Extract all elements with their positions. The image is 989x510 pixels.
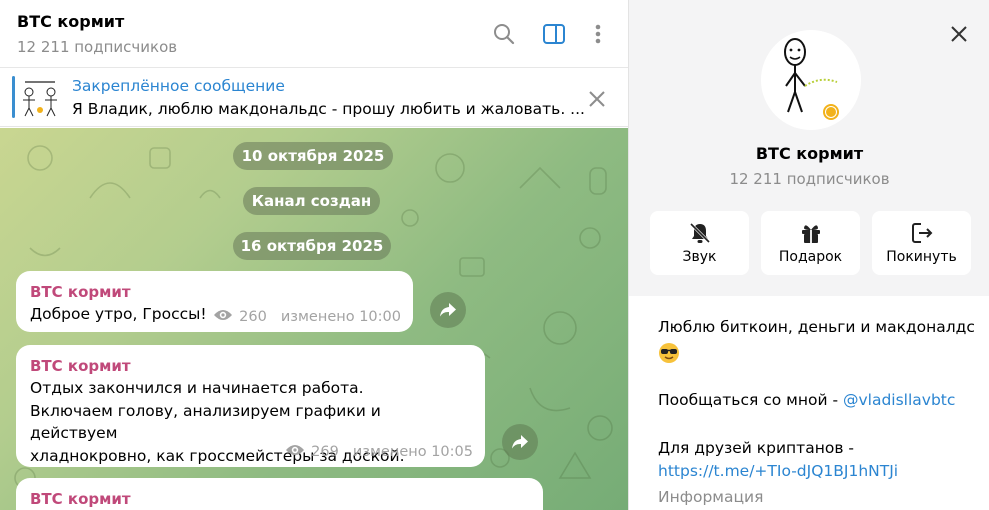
view-count: 269 (311, 444, 339, 460)
share-arrow-icon[interactable] (430, 292, 466, 328)
pinned-title: Закреплённое сообщение (72, 77, 285, 95)
message-line: Отдых закончился и начинается работа. (30, 379, 364, 397)
leave-icon (872, 221, 971, 245)
chat-column: BTC кормит 12 211 подписчиков Закреплённ… (0, 0, 628, 510)
channel-subscribers: 12 211 подписчиков (729, 170, 890, 188)
close-icon[interactable] (586, 88, 608, 110)
more-vertical-icon[interactable] (586, 22, 610, 46)
message-author[interactable]: BTC кормит (30, 490, 529, 508)
message-meta: 260 изменено 10:00 (213, 308, 401, 326)
contact-prefix: Пообщаться со мной - (658, 391, 843, 409)
message-bubble[interactable]: BTC кормит Отдых закончился и начинается… (16, 345, 485, 467)
message-line: Включаем голову, анализируем графики и д… (30, 401, 381, 443)
leave-button[interactable]: Покинуть (872, 211, 971, 275)
message-meta: 269 изменено 10:05 (285, 443, 473, 461)
chat-title: BTC кормит (17, 12, 125, 31)
edited-time: изменено 10:00 (280, 309, 401, 325)
channel-created-notice: Канал создан (243, 187, 380, 215)
gift-label: Подарок (778, 249, 843, 265)
bell-off-icon (650, 221, 749, 245)
side-panel-icon[interactable] (542, 22, 566, 46)
eye-icon (285, 443, 305, 461)
message-author[interactable]: BTC кормит (30, 357, 471, 375)
mute-label: Звук (682, 249, 717, 265)
info-caption: Информация (658, 488, 764, 506)
message-author[interactable]: BTC кормит (30, 283, 399, 301)
invite-link[interactable]: https://t.me/+TIo-dJQ1BJ1hNTJi (658, 462, 898, 480)
leave-label: Покинуть (886, 249, 957, 265)
close-icon[interactable] (947, 22, 971, 46)
chat-area[interactable]: 10 октября 2025 Канал создан 16 октября … (0, 128, 628, 510)
message-bubble[interactable]: BTC кормит (16, 478, 543, 510)
pinned-text: Я Владик, люблю макдональдс - прошу люби… (72, 100, 585, 118)
username-link[interactable]: @vladisllavbtc (843, 391, 955, 409)
mute-button[interactable]: Звук (650, 211, 749, 275)
chat-subscribers: 12 211 подписчиков (17, 38, 178, 56)
sunglasses-emoji-icon (658, 342, 680, 364)
channel-info-panel: BTC кормит 12 211 подписчиков Звук Подар… (628, 0, 989, 510)
chat-header[interactable]: BTC кормит 12 211 подписчиков (0, 0, 628, 68)
eye-icon (213, 308, 233, 326)
date-separator: 10 октября 2025 (233, 142, 393, 170)
view-count: 260 (239, 309, 267, 325)
pinned-thumbnail (19, 76, 61, 118)
share-arrow-icon[interactable] (502, 424, 538, 460)
pinned-accent-bar (12, 76, 15, 118)
description-line: Пообщаться со мной - @vladisllavbtc (658, 391, 955, 409)
gift-icon (761, 221, 860, 245)
date-separator: 16 октября 2025 (233, 232, 391, 260)
edited-time: изменено 10:05 (352, 444, 473, 460)
search-icon[interactable] (492, 22, 516, 46)
description-line: Люблю биткоин, деньги и макдоналдс (658, 318, 975, 336)
avatar[interactable] (761, 30, 861, 130)
channel-description: Люблю биткоин, деньги и макдоналдс Пообщ… (629, 296, 989, 510)
message-bubble[interactable]: BTC кормит Доброе утро, Гроссы! 260 изме… (16, 271, 413, 332)
pinned-message[interactable]: Закреплённое сообщение Я Владик, люблю м… (0, 68, 628, 127)
description-line: Для друзей криптанов - (658, 439, 854, 457)
gift-button[interactable]: Подарок (761, 211, 860, 275)
channel-name: BTC кормит (755, 144, 864, 163)
